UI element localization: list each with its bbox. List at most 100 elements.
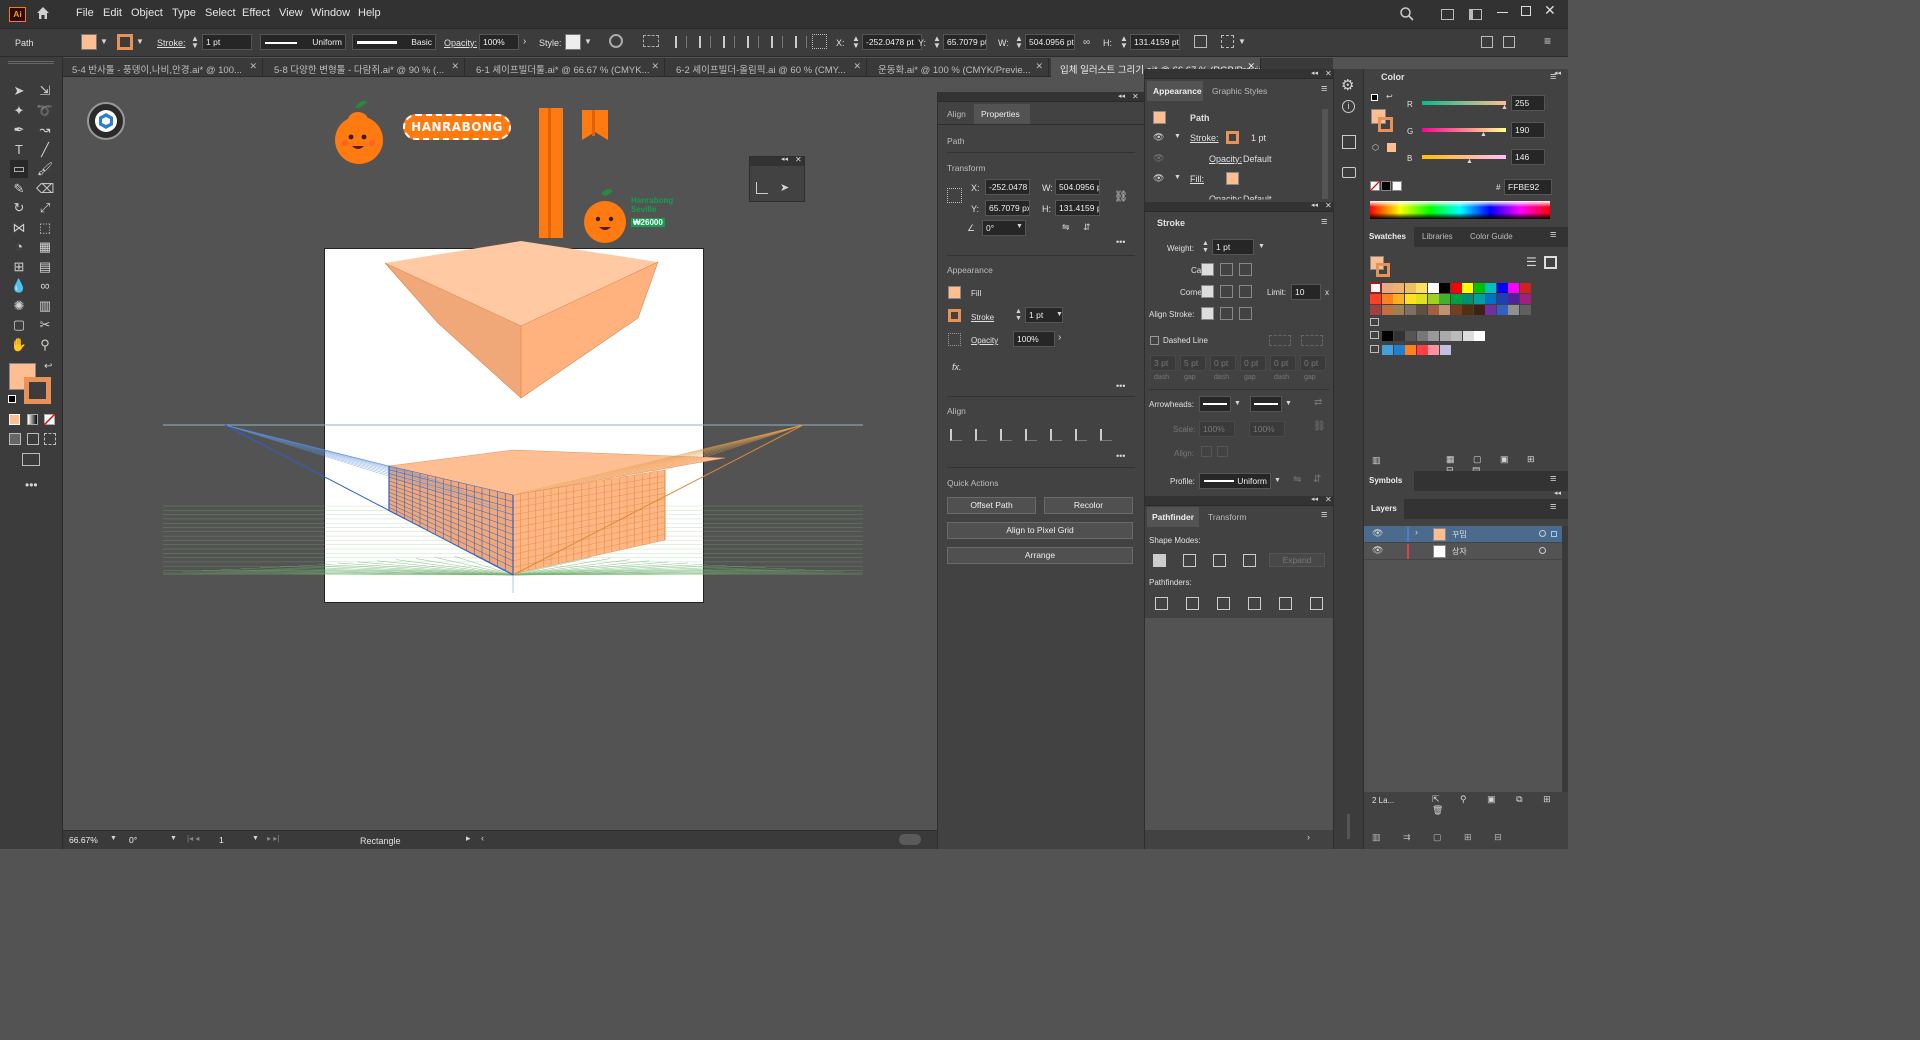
swap-colors-icon[interactable]: ↩ bbox=[44, 361, 52, 372]
swatch[interactable] bbox=[1393, 345, 1405, 355]
document-tab[interactable]: 운동화.ai* @ 100 % (CMYK/Previe... ✕ bbox=[869, 58, 1049, 77]
eye-icon[interactable]: 👁 bbox=[1372, 545, 1383, 556]
lasso-tool-icon[interactable]: ➰ bbox=[36, 102, 54, 120]
swatch[interactable] bbox=[1381, 305, 1393, 315]
reference-point-icon[interactable] bbox=[812, 34, 827, 49]
exclude-icon[interactable] bbox=[1243, 554, 1256, 567]
stroke-row-label[interactable]: Stroke: bbox=[1190, 133, 1219, 143]
link-icon[interactable]: ∞ bbox=[1083, 37, 1090, 48]
chevron-down-icon[interactable]: ▼ bbox=[1238, 37, 1246, 46]
collapse-icon[interactable]: ◂◂ bbox=[1118, 92, 1125, 100]
swatch[interactable] bbox=[1519, 283, 1531, 293]
stepper-icon[interactable]: ▲ ▼ bbox=[1120, 35, 1128, 50]
chevron-down-icon[interactable]: ▼ bbox=[252, 835, 259, 842]
x-field[interactable]: -252.0478 p bbox=[985, 179, 1030, 195]
stroke-color-box[interactable] bbox=[24, 377, 51, 404]
swatch[interactable] bbox=[1496, 294, 1508, 304]
layer-row[interactable]: 👁 › 꾸밈 bbox=[1364, 526, 1562, 543]
menu-view[interactable]: View bbox=[279, 7, 303, 19]
align-h-center-icon[interactable] bbox=[1000, 429, 1012, 441]
y-field[interactable]: 65.7079 pt bbox=[943, 34, 987, 50]
swatch-libraries-icon[interactable]: ▥ bbox=[1372, 455, 1381, 466]
align-v-center-icon[interactable] bbox=[771, 36, 783, 48]
flip-vertical-icon[interactable]: ⇵ bbox=[1083, 222, 1091, 233]
r-slider-handle[interactable]: ▲ bbox=[1501, 104, 1508, 111]
target-icon[interactable] bbox=[1539, 530, 1546, 537]
angle-icon[interactable]: ∠ bbox=[967, 223, 975, 234]
menu-help[interactable]: Help bbox=[358, 7, 381, 19]
layers-scrollbar[interactable] bbox=[1562, 526, 1568, 792]
menu-object[interactable]: Object bbox=[131, 7, 163, 19]
x-field[interactable]: -252.0478 pt bbox=[862, 34, 922, 50]
round-cap-icon[interactable] bbox=[1220, 263, 1233, 276]
stepper-icon[interactable]: ▲ ▼ bbox=[852, 35, 860, 50]
chevron-down-icon[interactable]: ▼ bbox=[170, 835, 177, 842]
g-slider[interactable] bbox=[1422, 128, 1506, 132]
line-tool-icon[interactable]: ╱ bbox=[36, 141, 54, 159]
stepper-icon[interactable]: ▲ ▼ bbox=[1202, 240, 1209, 254]
crop-icon[interactable] bbox=[1248, 597, 1261, 610]
close-tab-icon[interactable]: ✕ bbox=[249, 61, 257, 72]
swatch[interactable] bbox=[1519, 294, 1531, 304]
swatch[interactable] bbox=[1416, 305, 1427, 315]
collapse-icon[interactable]: ◂◂ bbox=[1554, 489, 1561, 497]
align-right-icon[interactable] bbox=[723, 36, 735, 48]
info-icon[interactable]: i bbox=[1342, 100, 1355, 113]
chevron-down-icon[interactable]: ▼ bbox=[1174, 133, 1181, 140]
collapse-icon[interactable]: ◂◂ bbox=[1311, 495, 1318, 503]
stroke-swatch[interactable] bbox=[948, 309, 961, 322]
layer-name[interactable]: 상자 bbox=[1452, 546, 1467, 557]
swatch[interactable] bbox=[1496, 305, 1508, 315]
layout-icon[interactable] bbox=[1481, 36, 1493, 48]
tab-layers[interactable]: Layers bbox=[1364, 499, 1404, 519]
swatch[interactable] bbox=[1393, 294, 1404, 304]
align-to-icon[interactable] bbox=[643, 35, 659, 47]
swatch[interactable] bbox=[1381, 294, 1393, 304]
zoom-tool-icon[interactable]: ⚲ bbox=[36, 336, 54, 354]
tab-pathfinder[interactable]: Pathfinder bbox=[1147, 507, 1199, 527]
chevron-down-icon[interactable]: ▼ bbox=[1274, 477, 1281, 484]
height-field[interactable]: 131.4159 p bbox=[1055, 200, 1100, 216]
none-swatch[interactable] bbox=[1370, 283, 1381, 293]
color-spectrum[interactable] bbox=[1370, 201, 1550, 219]
document-tab[interactable]: 6-2 셰이프빌더-올림픽.ai @ 60 % (CMY... ✕ bbox=[667, 58, 867, 77]
menu-effect[interactable]: Effect bbox=[242, 7, 270, 19]
gradient-mode-icon[interactable] bbox=[27, 414, 38, 425]
folder-icon[interactable] bbox=[1370, 318, 1379, 326]
recolor-button[interactable]: Recolor bbox=[1044, 497, 1133, 514]
swatch[interactable] bbox=[1404, 294, 1416, 304]
weight-field[interactable]: 1 pt bbox=[1212, 239, 1254, 255]
collapse-icon[interactable]: ◂◂ bbox=[1311, 69, 1318, 77]
chevron-down-icon[interactable]: ▼ bbox=[1234, 400, 1241, 407]
minimize-button[interactable] bbox=[1497, 12, 1508, 13]
width-field[interactable]: 504.0956 p bbox=[1055, 179, 1100, 195]
swatch[interactable] bbox=[1508, 305, 1519, 315]
align-top-icon[interactable] bbox=[1050, 429, 1062, 441]
paintbrush-tool-icon[interactable]: 🖌 bbox=[36, 160, 54, 178]
panel-menu-icon[interactable]: ≡ bbox=[1550, 71, 1556, 83]
align-right-icon[interactable] bbox=[1025, 429, 1037, 441]
round-join-icon[interactable] bbox=[1220, 285, 1233, 298]
pen-tool-icon[interactable]: ✒ bbox=[10, 121, 28, 139]
folder-icon[interactable] bbox=[1370, 345, 1379, 353]
maximize-button[interactable] bbox=[1521, 6, 1531, 16]
swatch[interactable] bbox=[1381, 283, 1393, 293]
scroll-right-icon[interactable]: › bbox=[1307, 832, 1310, 842]
chevron-down-icon[interactable]: ▼ bbox=[1016, 223, 1023, 230]
tab-properties[interactable]: Properties bbox=[974, 104, 1030, 124]
swap-colors-icon[interactable]: ↩ bbox=[1386, 92, 1393, 101]
swatch[interactable] bbox=[1427, 283, 1439, 293]
close-icon[interactable]: ✕ bbox=[1325, 69, 1332, 78]
swatch[interactable] bbox=[1404, 305, 1416, 315]
magic-wand-tool-icon[interactable]: ✦ bbox=[10, 102, 28, 120]
swatch[interactable] bbox=[1427, 305, 1439, 315]
swatch[interactable] bbox=[1462, 331, 1474, 341]
opacity-icon[interactable] bbox=[948, 333, 961, 346]
none-color-icon[interactable] bbox=[1370, 181, 1380, 191]
align-left-icon[interactable] bbox=[675, 36, 687, 48]
swatch[interactable] bbox=[1485, 305, 1496, 315]
graph-tool-icon[interactable]: ▥ bbox=[36, 297, 54, 315]
fill-swatch[interactable] bbox=[1226, 172, 1239, 185]
comment-icon[interactable] bbox=[1342, 167, 1356, 178]
swatch[interactable] bbox=[1508, 283, 1519, 293]
